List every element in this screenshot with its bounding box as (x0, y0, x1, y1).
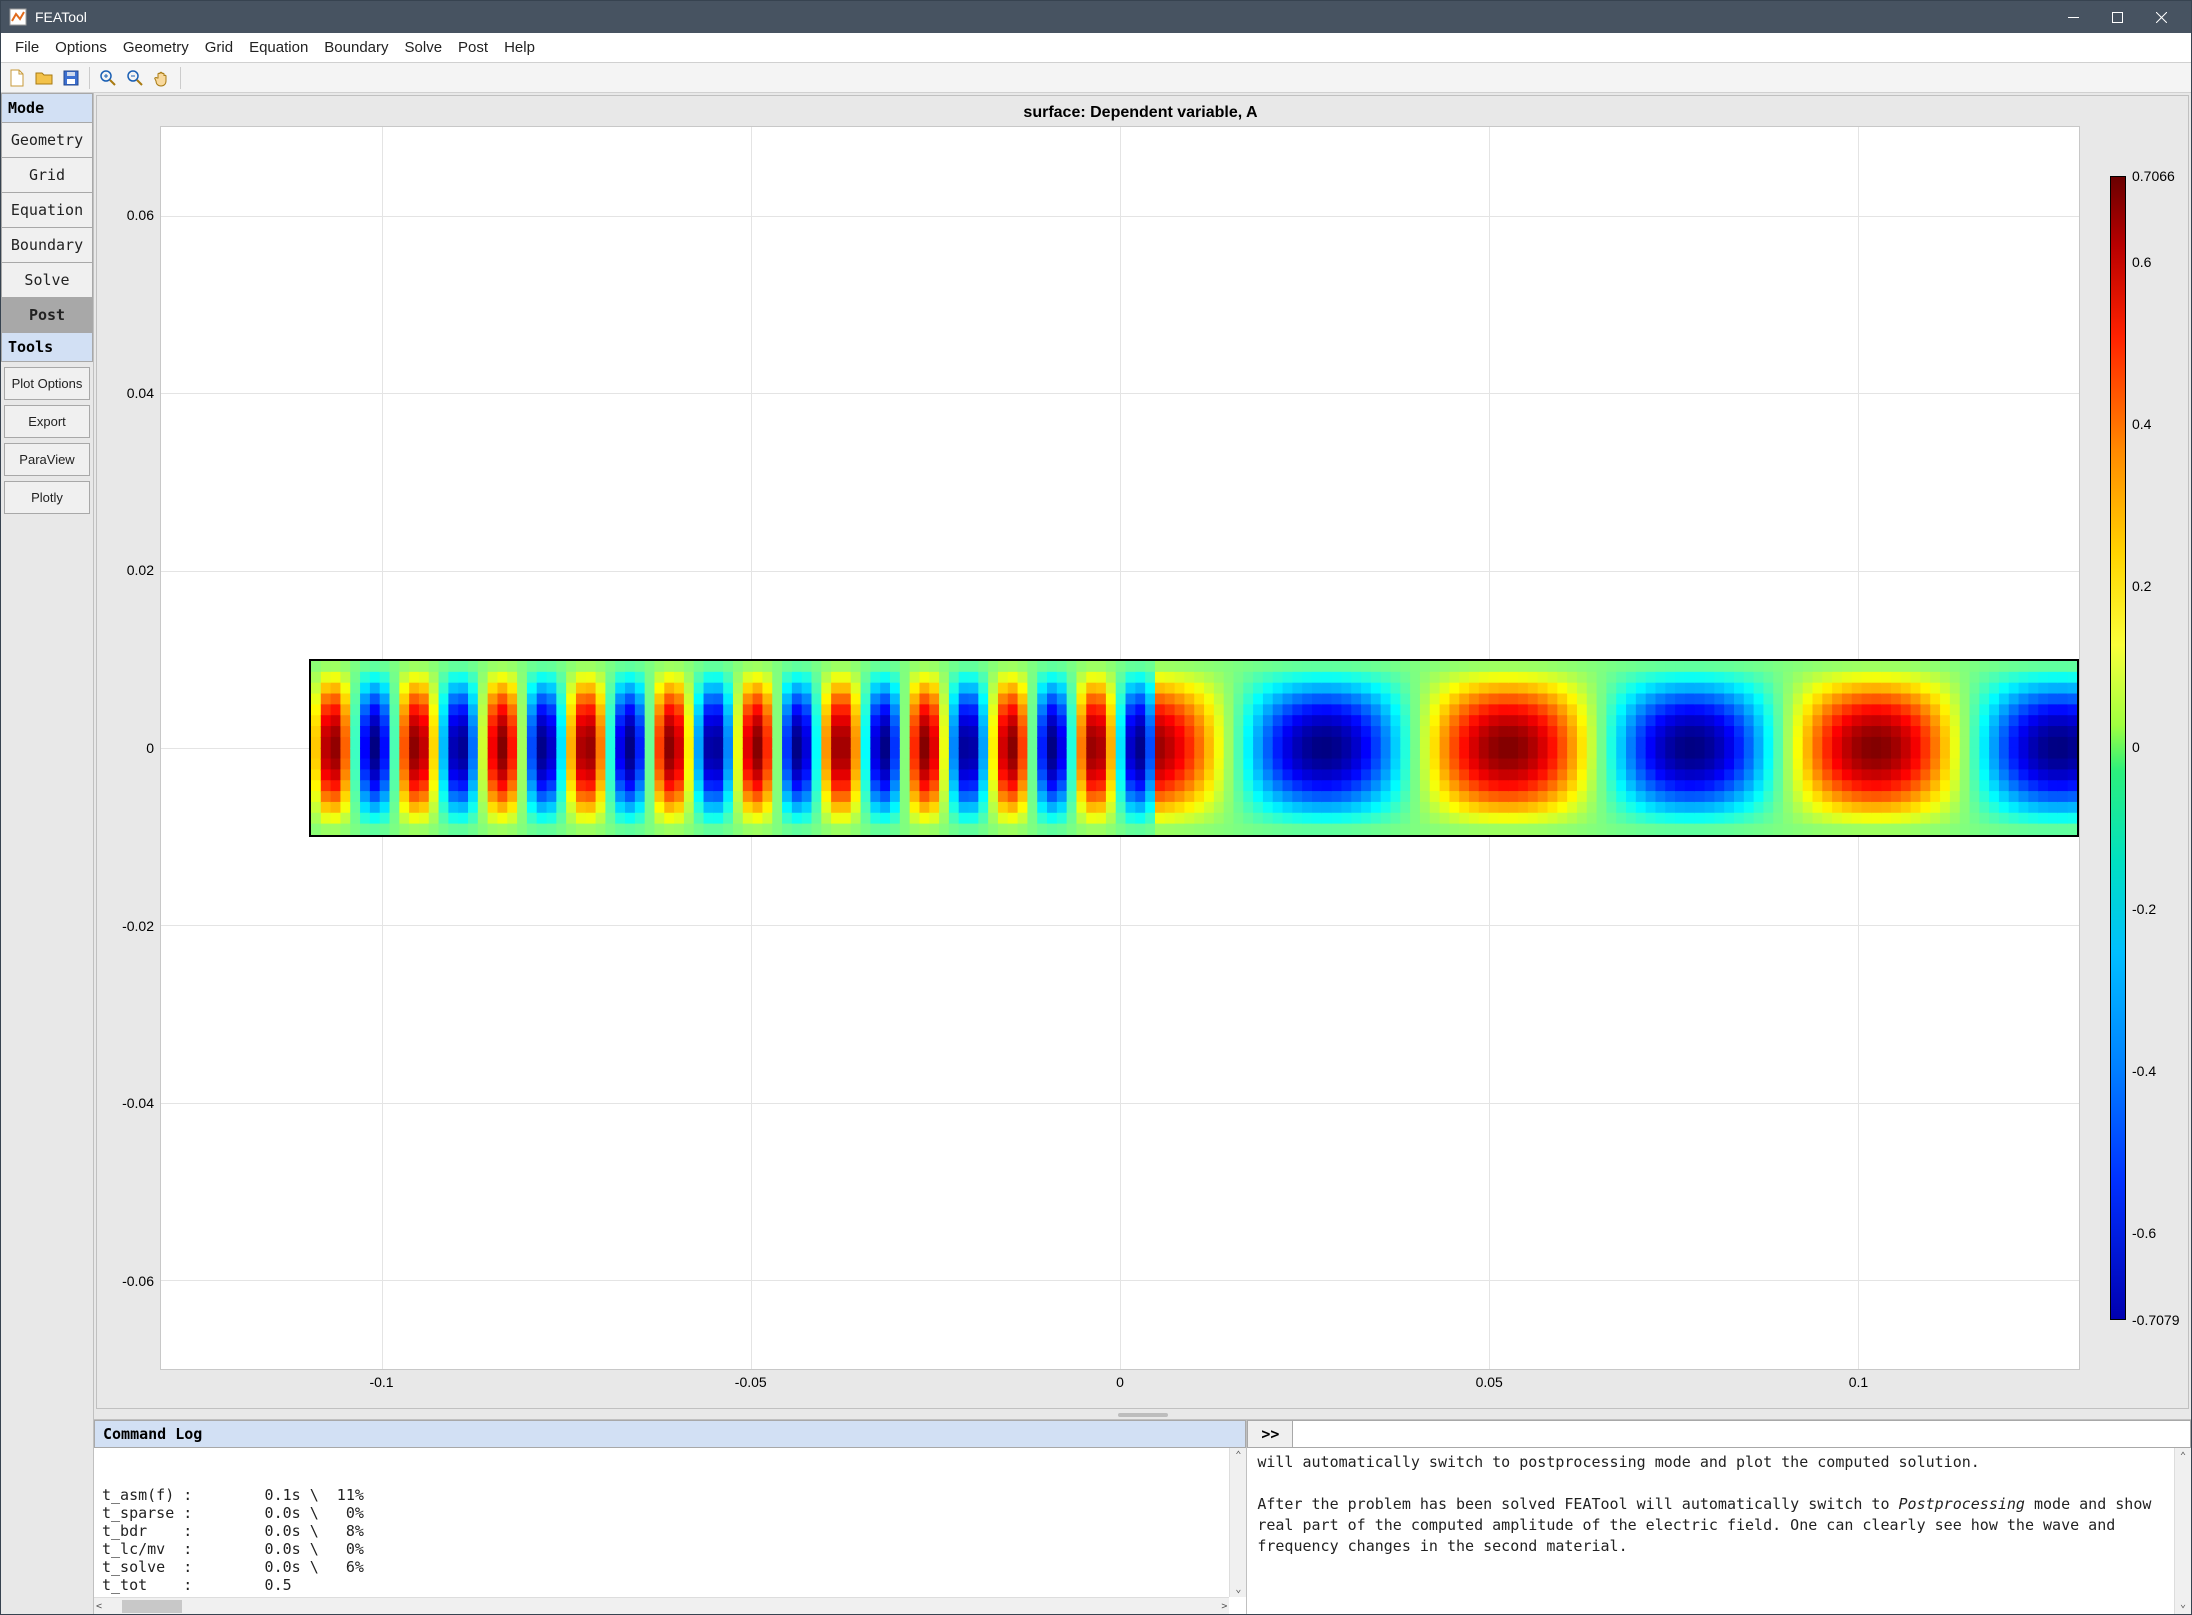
y-tick: -0.04 (122, 1095, 154, 1111)
menu-options[interactable]: Options (47, 35, 115, 60)
colorbar-tick: -0.2 (2132, 901, 2156, 917)
bottom-panels: Command Log t_asm(f) : 0.1s \ 11% t_spar… (94, 1419, 2191, 1614)
colorbar (2110, 126, 2126, 1370)
mode-equation[interactable]: Equation (1, 192, 93, 228)
help-pane: >> will automatically switch to postproc… (1247, 1420, 2191, 1614)
titlebar: FEATool (1, 1, 2191, 33)
colorbar-tick: 0.6 (2132, 254, 2151, 270)
plot-axes[interactable] (160, 126, 2080, 1370)
mode-grid[interactable]: Grid (1, 157, 93, 193)
y-tick: 0.04 (127, 385, 154, 401)
scroll-down-icon[interactable]: ⌄ (2178, 1596, 2188, 1614)
tool-plot-options[interactable]: Plot Options (4, 367, 90, 400)
app-title: FEATool (35, 9, 2051, 25)
colorbar-tick: -0.6 (2132, 1225, 2156, 1241)
toolbar-separator (89, 67, 90, 89)
mode-boundary[interactable]: Boundary (1, 227, 93, 263)
help-text-1: will automatically switch to postprocess… (1257, 1452, 2181, 1473)
help-body[interactable]: will automatically switch to postprocess… (1247, 1448, 2191, 1614)
mode-post[interactable]: Post (1, 297, 93, 333)
tool-plotly[interactable]: Plotly (4, 481, 90, 514)
colorbar-ticks: -0.7079 -0.6 -0.4 -0.2 0 0.2 0.4 0.6 0.7066 (2126, 126, 2176, 1370)
help-text-2: After the problem has been solved FEAToo… (1257, 1494, 2181, 1557)
splitter-handle[interactable] (94, 1411, 2191, 1419)
zoom-out-icon[interactable] (123, 66, 147, 90)
new-file-icon[interactable] (5, 66, 29, 90)
minimize-button[interactable] (2051, 1, 2095, 33)
surface-plot (309, 659, 2079, 836)
x-axis-ticks: -0.1 -0.05 0 0.05 0.1 (160, 1370, 2080, 1400)
colorbar-tick: 0.2 (2132, 578, 2151, 594)
y-axis-ticks: -0.06 -0.04 -0.02 0 0.02 0.04 0.06 (105, 126, 160, 1370)
scroll-up-icon[interactable]: ⌃ (1233, 1448, 1243, 1463)
sidebar-header-tools: Tools (1, 332, 93, 362)
close-button[interactable] (2139, 1, 2183, 33)
colorbar-tick: 0 (2132, 739, 2140, 755)
scroll-left-icon[interactable]: < (94, 1599, 104, 1614)
plot-pane[interactable]: surface: Dependent variable, A -0.06-0.0… (96, 95, 2189, 1409)
menu-help[interactable]: Help (496, 35, 543, 60)
tool-paraview[interactable]: ParaView (4, 443, 90, 476)
app-icon (9, 8, 27, 26)
help-scrollbar-vertical[interactable]: ⌃ ⌄ (2174, 1448, 2191, 1614)
menu-boundary[interactable]: Boundary (316, 35, 396, 60)
toolbar-separator (180, 67, 181, 89)
plot-title: surface: Dependent variable, A (105, 104, 2176, 122)
menu-grid[interactable]: Grid (197, 35, 241, 60)
menu-geometry[interactable]: Geometry (115, 35, 197, 60)
content-column: surface: Dependent variable, A -0.06-0.0… (94, 93, 2191, 1614)
command-log-header: Command Log (94, 1420, 1246, 1448)
x-tick: 0.05 (1476, 1374, 1503, 1390)
y-tick: 0 (146, 740, 154, 756)
log-scrollbar-horizontal[interactable]: < > (94, 1597, 1229, 1614)
open-file-icon[interactable] (32, 66, 56, 90)
menubar: FileOptionsGeometryGridEquationBoundaryS… (1, 33, 2191, 63)
y-tick: -0.06 (122, 1273, 154, 1289)
maximize-button[interactable] (2095, 1, 2139, 33)
help-header: >> (1247, 1420, 2191, 1448)
colorbar-tick: -0.4 (2132, 1063, 2156, 1079)
command-input[interactable] (1293, 1420, 2191, 1448)
scroll-down-icon[interactable]: ⌄ (1233, 1582, 1243, 1597)
y-tick: 0.02 (127, 562, 154, 578)
command-prompt[interactable]: >> (1247, 1420, 1293, 1448)
x-tick: -0.05 (735, 1374, 767, 1390)
app-window: FEATool FileOptionsGeometryGridEquationB… (0, 0, 2192, 1615)
y-tick: -0.02 (122, 918, 154, 934)
save-icon[interactable] (59, 66, 83, 90)
x-tick: 0.1 (1849, 1374, 1868, 1390)
zoom-in-icon[interactable] (96, 66, 120, 90)
colorbar-tick: 0.7066 (2132, 168, 2175, 184)
sidebar: Mode GeometryGridEquationBoundarySolvePo… (1, 93, 94, 1614)
colorbar-tick: 0.4 (2132, 416, 2151, 432)
menu-post[interactable]: Post (450, 35, 496, 60)
x-tick: -0.1 (369, 1374, 393, 1390)
pan-icon[interactable] (150, 66, 174, 90)
x-tick: 0 (1116, 1374, 1124, 1390)
command-log-pane: Command Log t_asm(f) : 0.1s \ 11% t_spar… (94, 1420, 1247, 1614)
mode-geometry[interactable]: Geometry (1, 122, 93, 158)
colorbar-tick: -0.7079 (2132, 1312, 2179, 1328)
mode-solve[interactable]: Solve (1, 262, 93, 298)
scroll-right-icon[interactable]: > (1219, 1599, 1229, 1614)
toolbar (1, 63, 2191, 93)
menu-solve[interactable]: Solve (397, 35, 451, 60)
tool-export[interactable]: Export (4, 405, 90, 438)
main-body: Mode GeometryGridEquationBoundarySolvePo… (1, 93, 2191, 1614)
command-log-body[interactable]: t_asm(f) : 0.1s \ 11% t_sparse : 0.0s \ … (94, 1448, 1246, 1614)
scrollbar-thumb[interactable] (122, 1600, 182, 1613)
sidebar-header-mode: Mode (1, 93, 93, 123)
log-scrollbar-vertical[interactable]: ⌃ ⌄ (1229, 1448, 1246, 1597)
y-tick: 0.06 (127, 207, 154, 223)
scroll-up-icon[interactable]: ⌃ (2178, 1448, 2188, 1466)
menu-file[interactable]: File (7, 35, 47, 60)
menu-equation[interactable]: Equation (241, 35, 316, 60)
